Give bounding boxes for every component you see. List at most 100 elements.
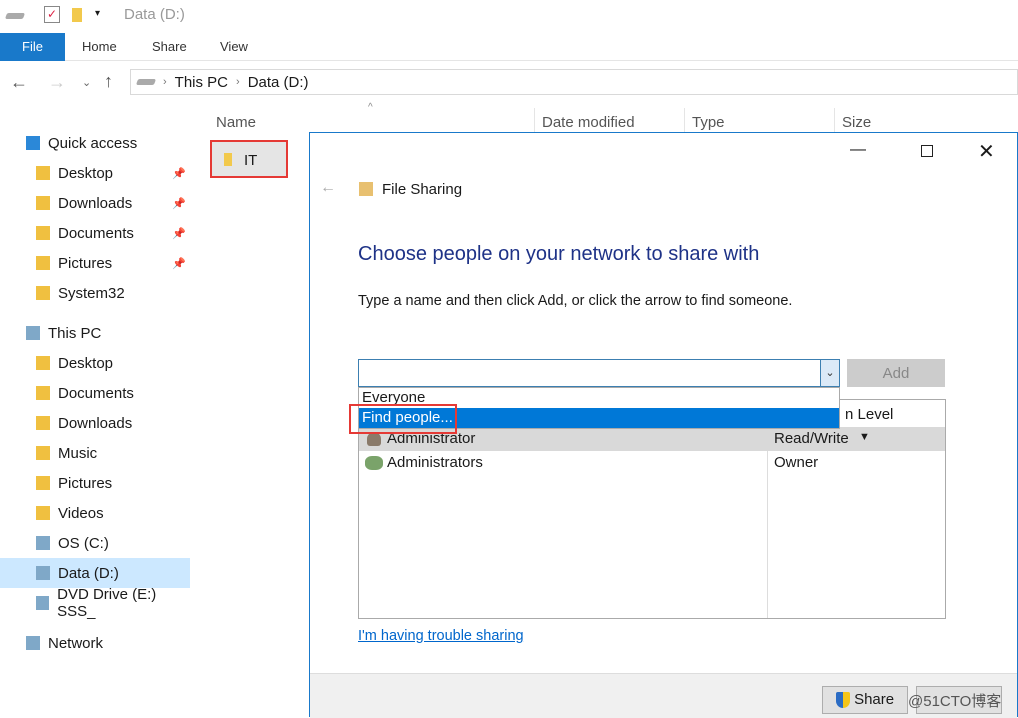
column-type[interactable]: Type [692, 114, 725, 131]
sidebar-item-label: Music [58, 444, 98, 462]
pin-icon[interactable]: 📌 [172, 257, 186, 270]
divider [534, 108, 535, 134]
permission-dropdown[interactable]: Read/Write [774, 430, 849, 447]
instruction-text: Type a name and then click Add, or click… [358, 293, 793, 309]
sidebar-item[interactable]: Network [0, 628, 190, 658]
drive-icon [135, 79, 157, 85]
customize-qat-icon[interactable]: ▾ [95, 8, 100, 19]
sidebar-item-label: This PC [48, 324, 102, 342]
share-button[interactable]: Share [822, 686, 908, 714]
sidebar-item[interactable]: This PC [0, 318, 190, 348]
pin-icon[interactable]: 📌 [172, 167, 186, 180]
sidebar-item-label: Documents [58, 384, 134, 402]
sidebar-item-label: Network [48, 634, 104, 652]
recent-locations-icon[interactable]: ⌄ [82, 76, 91, 89]
maximize-button[interactable] [921, 145, 933, 157]
tab-file[interactable]: File [0, 33, 65, 61]
forward-icon[interactable]: → [48, 72, 66, 93]
sidebar-item[interactable]: DVD Drive (E:) SSS_ [0, 586, 190, 620]
up-icon[interactable]: ↑ [104, 71, 113, 92]
column-name[interactable]: Name [216, 114, 256, 131]
tab-view[interactable]: View [220, 33, 248, 61]
sidebar-item[interactable]: Documents 📌 [0, 218, 190, 248]
close-button[interactable]: ✕ [978, 139, 995, 164]
tab-share[interactable]: Share [152, 33, 187, 61]
column-size[interactable]: Size [842, 114, 871, 131]
title-bar: ✓ ▾ Data (D:) [0, 0, 1018, 32]
sidebar-item-label: Pictures [58, 254, 113, 272]
pin-icon[interactable]: 📌 [172, 197, 186, 210]
sidebar-item[interactable]: Videos [0, 498, 190, 528]
list-row-administrators[interactable]: Administrators Owner [359, 451, 945, 475]
pin-icon[interactable]: 📌 [172, 227, 186, 240]
dialog-heading: Choose people on your network to share w… [358, 243, 760, 265]
back-icon[interactable]: ← [10, 72, 28, 93]
caret-down-icon[interactable]: ▼ [859, 431, 870, 443]
address-bar[interactable]: › This PC › Data (D:) [130, 69, 1018, 95]
pictures-folder-icon [36, 256, 50, 270]
sidebar-item[interactable]: Pictures 📌 [0, 248, 190, 278]
chevron-right-icon: › [163, 76, 167, 88]
sidebar-item-label: Videos [58, 504, 104, 522]
sort-icon: ^ [368, 102, 373, 113]
computer-icon [26, 326, 40, 340]
sidebar-item-label: Downloads [58, 194, 133, 212]
dialog-title: File Sharing [382, 181, 463, 198]
sidebar-item[interactable]: OS (C:) [0, 528, 190, 558]
navigation-bar: ← → ⌄ ↑ › This PC › Data (D:) [0, 66, 1018, 100]
user-name: Administrators [387, 454, 483, 471]
window-title: Data (D:) [124, 6, 185, 23]
documents-folder-icon [36, 386, 50, 400]
chevron-down-icon[interactable]: ⌄ [820, 360, 839, 386]
sidebar-item-label: Desktop [58, 354, 114, 372]
sidebar-item-label: Pictures [58, 474, 113, 492]
properties-icon[interactable]: ✓ [44, 6, 60, 23]
sidebar-item[interactable]: Music [0, 438, 190, 468]
trouble-sharing-link[interactable]: I'm having trouble sharing [358, 628, 524, 644]
drive-icon [4, 13, 26, 19]
pictures-folder-icon [36, 476, 50, 490]
file-sharing-dialog: — ✕ ← File Sharing Choose people on your… [309, 132, 1018, 718]
downloads-folder-icon [36, 196, 50, 210]
column-date-modified[interactable]: Date modified [542, 114, 635, 131]
folder-icon [224, 153, 232, 166]
sidebar-item[interactable]: Desktop [0, 348, 190, 378]
file-row-it[interactable]: IT [210, 140, 288, 178]
videos-folder-icon [36, 506, 50, 520]
desktop-folder-icon [36, 356, 50, 370]
permission-value: Owner [774, 454, 819, 471]
permission-level-header[interactable]: n Level [845, 406, 893, 423]
file-sharing-icon [359, 182, 373, 196]
star-icon [26, 136, 40, 150]
tab-home[interactable]: Home [82, 33, 117, 61]
minimize-button[interactable]: — [850, 141, 866, 159]
sidebar-item-label: OS (C:) [58, 534, 109, 552]
breadcrumb-data[interactable]: Data (D:) [248, 74, 309, 91]
sidebar-item[interactable]: Quick access [0, 128, 190, 158]
highlight-box [349, 404, 457, 434]
share-label: Share [854, 691, 895, 708]
sidebar-item-label: Documents [58, 224, 134, 242]
name-combobox[interactable]: ⌄ [358, 359, 840, 387]
music-folder-icon [36, 446, 50, 460]
sidebar-item[interactable]: Downloads 📌 [0, 188, 190, 218]
breadcrumb-this-pc[interactable]: This PC [175, 74, 228, 91]
column-headers: Name ^ Date modified Type Size [210, 102, 1018, 134]
sidebar-item[interactable]: Pictures [0, 468, 190, 498]
sidebar-item[interactable]: Documents [0, 378, 190, 408]
dvd-icon [36, 596, 50, 610]
new-folder-icon[interactable] [72, 8, 82, 22]
back-icon[interactable]: ← [320, 179, 336, 197]
sidebar-item-label: DVD Drive (E:) SSS_ [57, 586, 157, 620]
sidebar-item[interactable]: Desktop 📌 [0, 158, 190, 188]
add-button[interactable]: Add [847, 359, 945, 387]
desktop-folder-icon [36, 166, 50, 180]
sidebar-item[interactable]: Data (D:) [0, 558, 190, 588]
divider [834, 108, 835, 134]
sidebar-item[interactable]: Downloads [0, 408, 190, 438]
network-icon [26, 636, 40, 650]
sidebar-item[interactable]: System32 [0, 278, 190, 308]
documents-folder-icon [36, 226, 50, 240]
divider [684, 108, 685, 134]
dialog-footer: Share @51CTO博客 [310, 673, 1017, 718]
